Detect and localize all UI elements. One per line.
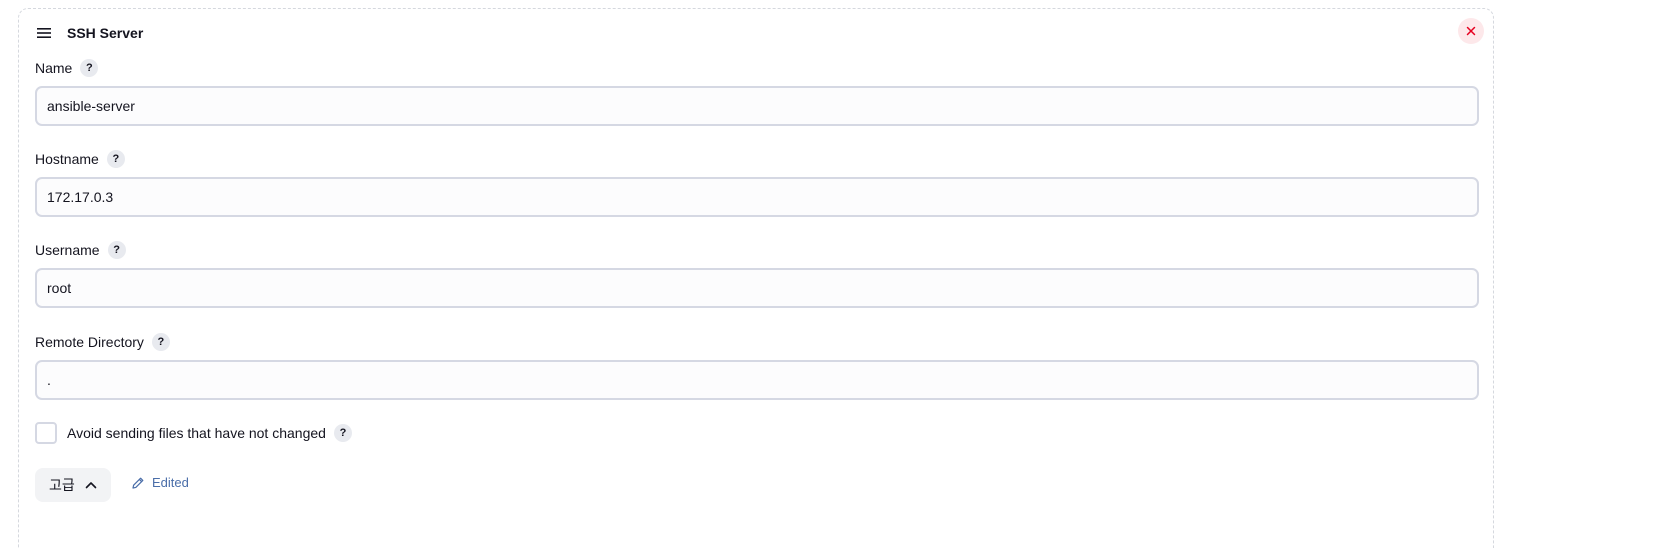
name-help-icon[interactable]: ? xyxy=(80,59,99,77)
remote-directory-help-icon[interactable]: ? xyxy=(151,333,170,351)
close-icon xyxy=(1466,26,1476,36)
hostname-label: Hostname xyxy=(35,151,99,167)
drag-handle-icon[interactable] xyxy=(35,23,53,43)
panel-header: SSH Server xyxy=(35,23,143,43)
avoid-unchanged-row: Avoid sending files that have not change… xyxy=(35,422,352,444)
edited-indicator: Edited xyxy=(131,475,189,490)
username-label-row: Username ? xyxy=(35,241,126,259)
advanced-label: 고급 xyxy=(49,477,75,493)
panel-title: SSH Server xyxy=(67,25,144,41)
avoid-unchanged-label[interactable]: Avoid sending files that have not change… xyxy=(67,425,326,441)
remote-directory-label-row: Remote Directory ? xyxy=(35,333,170,351)
name-label: Name xyxy=(35,60,73,76)
name-input[interactable] xyxy=(35,86,1479,126)
close-button[interactable] xyxy=(1458,18,1484,44)
advanced-toggle-button[interactable]: 고급 xyxy=(35,468,111,502)
username-label: Username xyxy=(35,242,100,258)
chevron-up-icon xyxy=(85,481,97,489)
pencil-icon xyxy=(132,477,144,489)
username-help-icon[interactable]: ? xyxy=(107,241,126,259)
avoid-unchanged-checkbox[interactable] xyxy=(35,422,57,444)
edited-label: Edited xyxy=(152,475,189,490)
remote-directory-input[interactable] xyxy=(35,360,1479,400)
remote-directory-label: Remote Directory xyxy=(35,334,144,350)
avoid-unchanged-help-icon[interactable]: ? xyxy=(333,424,352,442)
ssh-server-panel: SSH Server Name ? Hostname ? Username ? … xyxy=(18,8,1494,548)
username-input[interactable] xyxy=(35,268,1479,308)
name-label-row: Name ? xyxy=(35,59,99,77)
hostname-label-row: Hostname ? xyxy=(35,150,125,168)
hostname-input[interactable] xyxy=(35,177,1479,217)
hostname-help-icon[interactable]: ? xyxy=(106,150,125,168)
